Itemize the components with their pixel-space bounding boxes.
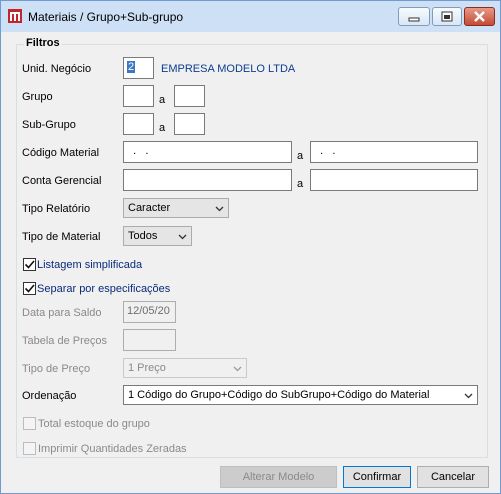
tipo-relatorio-value: Caracter [128, 202, 171, 214]
maximize-icon [441, 11, 453, 22]
sub-grupo-from-input[interactable] [123, 113, 154, 135]
cancelar-button[interactable]: Cancelar [417, 466, 489, 488]
grupo-label: Grupo [22, 91, 53, 103]
total-estoque-label: Total estoque do grupo [38, 418, 150, 430]
total-estoque-checkbox[interactable] [23, 417, 36, 430]
chevron-down-icon [215, 206, 224, 212]
codigo-material-separator: a [297, 150, 304, 162]
grupo-to-input[interactable] [174, 85, 205, 107]
grupo-from-input[interactable] [123, 85, 154, 107]
minimize-button[interactable] [398, 7, 430, 26]
company-name: EMPRESA MODELO LTDA [161, 63, 296, 75]
minimize-icon [408, 17, 420, 22]
conta-gerencial-label: Conta Gerencial [22, 175, 102, 187]
sub-grupo-label: Sub-Grupo [22, 119, 76, 131]
tipo-relatorio-select[interactable]: Caracter [123, 198, 229, 218]
close-icon [474, 11, 485, 22]
filters-title: Filtros [24, 37, 62, 49]
unid-negocio-value: 2 [127, 61, 136, 73]
separar-especificacoes-label[interactable]: Separar por especificações [37, 283, 170, 295]
separar-especificacoes-checkbox[interactable] [23, 282, 36, 295]
chevron-down-icon [178, 234, 187, 240]
tipo-preco-value: 1 Preço [128, 362, 166, 374]
checkmark-icon [24, 284, 35, 293]
tipo-relatorio-label: Tipo Relatório [22, 203, 91, 215]
dialog-window: Materiais / Grupo+Sub-grupo Filtros Unid… [0, 0, 501, 494]
conta-gerencial-from-input[interactable] [123, 169, 292, 191]
data-saldo-input[interactable]: 12/05/20 [123, 301, 176, 323]
conta-gerencial-to-input[interactable] [310, 169, 478, 191]
data-saldo-label: Data para Saldo [22, 307, 102, 319]
chevron-down-icon [464, 393, 473, 399]
window-title: Materiais / Grupo+Sub-grupo [28, 10, 184, 24]
codigo-material-label: Código Material [22, 147, 100, 159]
tipo-material-select[interactable]: Todos [123, 226, 192, 246]
alterar-modelo-button[interactable]: Alterar Modelo [220, 466, 337, 488]
title-bar[interactable]: Materiais / Grupo+Sub-grupo [1, 1, 500, 32]
grupo-separator: a [159, 94, 166, 106]
tabela-precos-input[interactable] [123, 329, 176, 351]
sub-grupo-separator: a [159, 122, 166, 134]
sub-grupo-to-input[interactable] [174, 113, 205, 135]
codigo-material-to-input[interactable]: . . [310, 141, 478, 163]
checkmark-icon [24, 260, 35, 269]
maximize-button[interactable] [432, 7, 462, 26]
unid-negocio-input[interactable]: 2 [123, 57, 154, 79]
listagem-simplificada-checkbox[interactable] [23, 258, 36, 271]
unid-negocio-label: Unid. Negócio [22, 63, 92, 75]
ordenacao-label: Ordenação [22, 390, 77, 402]
chevron-down-icon [233, 366, 242, 372]
tipo-preco-select[interactable]: 1 Preço [123, 358, 247, 378]
ordenacao-value: 1 Código do Grupo+Código do SubGrupo+Cód… [128, 389, 430, 401]
listagem-simplificada-label[interactable]: Listagem simplificada [37, 259, 142, 271]
imprimir-zeradas-label: Imprimir Quantidades Zeradas [38, 443, 187, 455]
app-logo-icon [8, 9, 22, 23]
codigo-material-from-input[interactable]: . . [123, 141, 292, 163]
tipo-preco-label: Tipo de Preço [22, 363, 91, 375]
confirmar-button[interactable]: Confirmar [343, 466, 411, 488]
imprimir-zeradas-checkbox[interactable] [23, 442, 36, 455]
tipo-material-value: Todos [128, 230, 158, 242]
tipo-material-label: Tipo de Material [22, 231, 101, 243]
tabela-precos-label: Tabela de Preços [22, 335, 107, 347]
close-button[interactable] [464, 7, 495, 26]
ordenacao-select[interactable]: 1 Código do Grupo+Código do SubGrupo+Cód… [123, 385, 478, 405]
conta-gerencial-separator: a [297, 178, 304, 190]
